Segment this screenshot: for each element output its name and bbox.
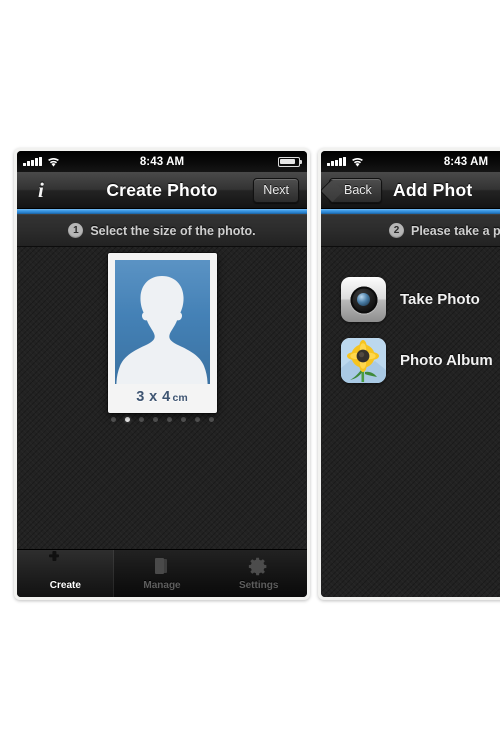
source-options-list: Take Photo Photo Album (321, 247, 500, 391)
phone-mockup-create-photo: 8:43 AM i Create Photo Next 1 Select the… (14, 148, 310, 600)
pager-dot[interactable] (138, 417, 144, 422)
step-instruction: Please take a p (411, 223, 500, 238)
info-icon[interactable]: i (32, 178, 50, 203)
list-item-take-photo[interactable]: Take Photo (321, 269, 500, 330)
phone-mockup-add-photo: 8:43 AM Back Add Phot 2 Please take a p (318, 148, 500, 600)
pager-dot[interactable] (166, 417, 172, 422)
photo-size-carousel[interactable]: 3 x 4 cm (17, 247, 307, 413)
navigation-bar: i Create Photo Next (17, 172, 307, 209)
size-unit: cm (172, 392, 188, 404)
list-item-label: Photo Album (400, 352, 493, 369)
pager-dots[interactable] (17, 413, 307, 436)
screen-create-photo: 8:43 AM i Create Photo Next 1 Select the… (17, 151, 307, 597)
gear-icon (248, 556, 270, 578)
step-number-badge: 1 (68, 223, 84, 238)
battery-icon (278, 156, 303, 167)
pager-dot[interactable] (152, 417, 158, 422)
camera-app-icon (341, 277, 386, 322)
tab-create-label: Create (49, 580, 81, 591)
step-banner-wrap: 2 Please take a p (321, 214, 500, 260)
step-instruction: Select the size of the photo. (90, 223, 256, 238)
tab-settings[interactable]: Settings (210, 550, 307, 597)
stacked-cards-icon (151, 556, 173, 578)
photo-size-label: 3 x 4 cm (115, 384, 210, 406)
plus-circle-icon (54, 556, 76, 578)
pager-dot[interactable] (180, 417, 186, 422)
step-banner-wrap: 1 Select the size of the photo. (17, 214, 307, 260)
person-silhouette-icon (116, 272, 208, 384)
status-bar-right (278, 151, 303, 172)
photo-size-card[interactable]: 3 x 4 cm (107, 253, 217, 413)
status-bar: 8:43 AM (321, 151, 500, 172)
back-button-label: Back (344, 183, 372, 197)
next-button[interactable]: Next (253, 178, 299, 203)
tab-manage[interactable]: Manage (114, 550, 211, 597)
navigation-bar: Back Add Phot (321, 172, 500, 209)
back-button[interactable]: Back (329, 178, 382, 203)
screen-add-photo: 8:43 AM Back Add Phot 2 Please take a p (321, 151, 500, 597)
list-item-label: Take Photo (400, 291, 480, 308)
tab-settings-label: Settings (238, 580, 279, 591)
content-area: Take Photo Photo Album (321, 247, 500, 597)
pager-dot[interactable] (110, 417, 116, 422)
status-bar-clock: 8:43 AM (139, 155, 185, 168)
tab-create[interactable]: Create (17, 550, 114, 597)
step-banner: 2 Please take a p (321, 214, 500, 247)
tab-manage-label: Manage (143, 580, 181, 591)
page-title: Add Phot (393, 179, 473, 200)
screenshot-canvas: 8:43 AM i Create Photo Next 1 Select the… (0, 0, 500, 750)
status-bar: 8:43 AM (17, 151, 307, 172)
status-bar-clock: 8:43 AM (443, 155, 489, 168)
step-banner: 1 Select the size of the photo. (17, 214, 307, 247)
photos-app-icon (341, 338, 386, 383)
step-number-badge: 2 (389, 223, 404, 238)
tab-bar: Create Manage Settings (17, 549, 307, 597)
size-value: 3 x 4 (136, 389, 171, 405)
pager-dot[interactable] (208, 417, 214, 422)
pager-dot[interactable] (194, 417, 200, 422)
photo-preview (114, 260, 210, 384)
content-area: 3 x 4 cm (17, 247, 307, 549)
pager-dot-active[interactable] (124, 417, 130, 422)
list-item-photo-album[interactable]: Photo Album (321, 330, 500, 391)
